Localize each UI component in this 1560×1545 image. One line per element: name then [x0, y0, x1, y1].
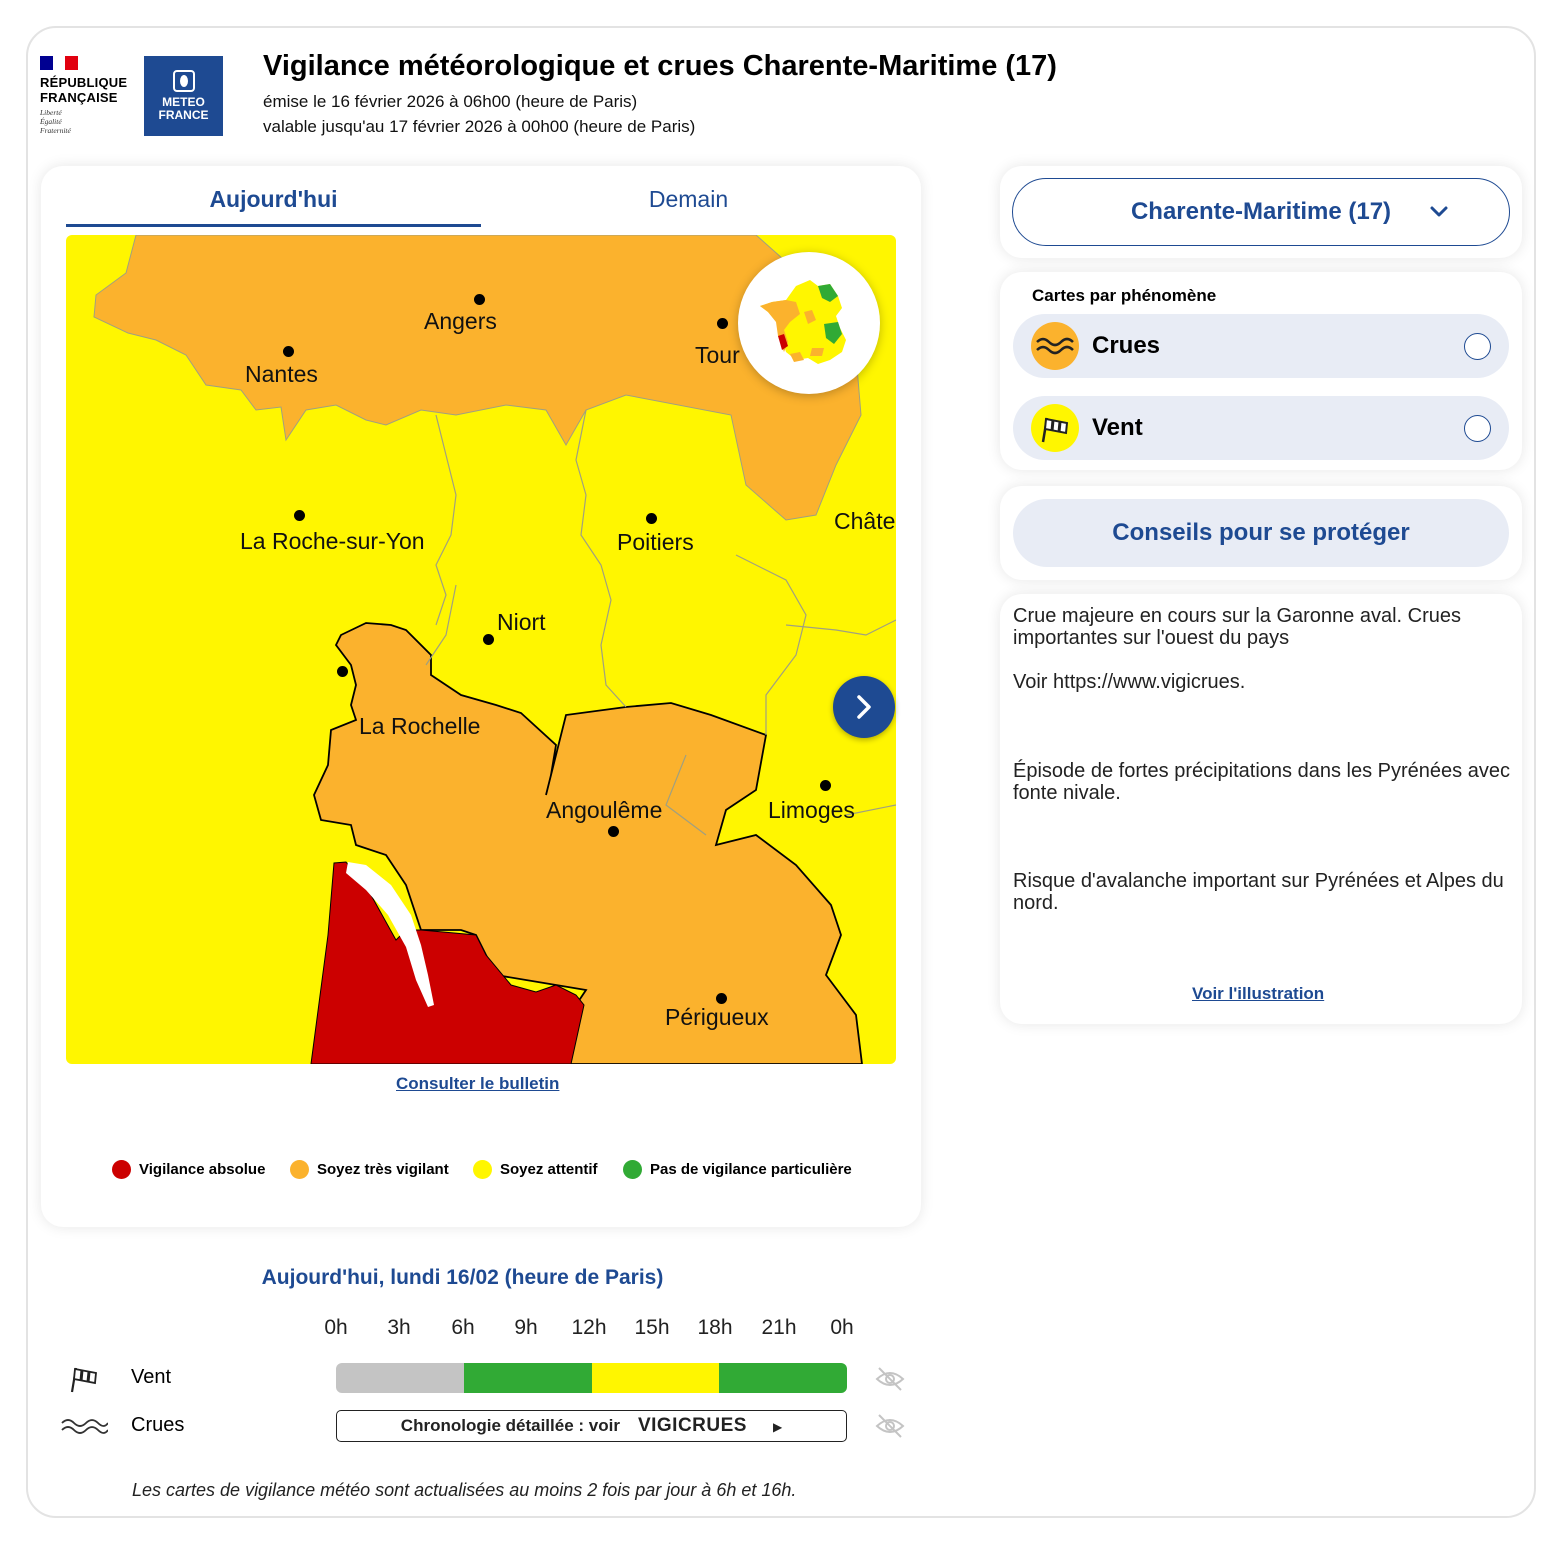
mf-line1: METEO: [162, 95, 205, 109]
update-footnote: Les cartes de vigilance météo sont actua…: [132, 1480, 797, 1500]
legend-dot-yellow: [473, 1160, 492, 1179]
crues-icon: [1031, 322, 1079, 370]
city-label-perigueux: Périgueux: [665, 1004, 769, 1030]
issued-date: émise le 16 février 2026 à 06h00 (heure …: [263, 92, 638, 111]
rf-motto-1: Liberté: [40, 108, 62, 117]
page-title: Vigilance météorologique et crues Charen…: [263, 50, 1057, 82]
description-paragraph-4: Risque d'avalanche important sur Pyrénée…: [1013, 870, 1504, 914]
hour-label: 18h: [697, 1316, 733, 1339]
legend-dot-orange: [290, 1160, 309, 1179]
vigicrues-chronology-link[interactable]: Chronologie détaillée : voir VIGICRUES ▶: [336, 1410, 847, 1442]
legend-item-orange: Soyez très vigilant: [290, 1160, 449, 1179]
city-label-nantes: Nantes: [245, 361, 318, 387]
phenomenon-vent[interactable]: Vent: [1013, 396, 1509, 460]
city-dot-tours: [717, 318, 728, 329]
hour-label: 0h: [324, 1316, 348, 1339]
department-select-value: Charente-Maritime (17): [1130, 198, 1392, 225]
hour-label: 21h: [761, 1316, 797, 1339]
legend-item-red: Vigilance absolue: [112, 1160, 265, 1179]
phenomenon-vent-label: Vent: [1092, 414, 1143, 441]
city-dot-la-rochelle: [337, 666, 348, 677]
phenomenon-vent-radio[interactable]: [1464, 415, 1491, 442]
city-dot-angouleme: [608, 826, 619, 837]
consult-bulletin-link[interactable]: Consulter le bulletin: [396, 1074, 559, 1094]
legend-dot-red: [112, 1160, 131, 1179]
city-label-angouleme: Angoulême: [546, 797, 663, 823]
hour-label: 3h: [387, 1316, 411, 1339]
france-overview-icon: [760, 280, 846, 364]
vent-segment-12h-18h: [592, 1363, 719, 1393]
view-illustration-link[interactable]: Voir l'illustration: [1192, 984, 1324, 1004]
french-flag-icon: [40, 56, 79, 70]
legend-label-red: Vigilance absolue: [139, 1161, 266, 1178]
phenomenon-crues-label: Crues: [1092, 332, 1161, 359]
description-card: [1000, 594, 1522, 1024]
next-map-button[interactable]: [833, 676, 895, 738]
tab-tomorrow[interactable]: Demain: [481, 186, 896, 213]
city-dot-angers: [474, 294, 485, 305]
windsock-icon: [1031, 404, 1079, 452]
meteo-france-icon: [172, 70, 195, 92]
phenomenon-crues[interactable]: Crues: [1013, 314, 1509, 378]
hour-label: 6h: [451, 1316, 475, 1339]
city-label-la-rochelle: La Rochelle: [359, 713, 481, 739]
mf-line2: FRANCE: [158, 108, 209, 122]
chevron-down-icon: [1429, 179, 1449, 272]
legend-label-orange: Soyez très vigilant: [317, 1161, 449, 1178]
rf-name-line2: FRANÇAISE: [40, 90, 118, 105]
eye-slash-icon[interactable]: [874, 1365, 906, 1393]
phenomena-title: Cartes par phénomène: [1032, 286, 1217, 305]
city-label-niort: Niort: [497, 609, 546, 635]
hour-label: 12h: [571, 1316, 607, 1339]
city-dot-limoges: [820, 780, 831, 791]
rf-motto-2: Égalité: [40, 117, 62, 126]
city-dot-nantes: [283, 346, 294, 357]
legend-item-yellow: Soyez attentif: [473, 1160, 598, 1179]
crues-chronology-text: Chronologie détaillée : voir: [400, 1416, 620, 1435]
hour-label: 0h: [830, 1316, 854, 1339]
tab-today[interactable]: Aujourd'hui: [66, 186, 481, 213]
legend-dot-green: [623, 1160, 642, 1179]
valid-until-date: valable jusqu'au 17 février 2026 à 00h00…: [263, 117, 696, 136]
description-paragraph-2: Voir https://www.vigicrues.: [1013, 671, 1246, 693]
city-dot-poitiers: [646, 513, 657, 524]
hour-label: 15h: [634, 1316, 670, 1339]
rf-name-line1: RÉPUBLIQUE: [40, 75, 128, 90]
meteo-france-logo: METEO FRANCE: [144, 56, 223, 136]
city-label-angers: Angers: [424, 308, 497, 334]
city-dot-perigueux: [716, 993, 727, 1004]
protection-advice-button[interactable]: Conseils pour se protéger: [1013, 499, 1509, 567]
eye-slash-icon[interactable]: [874, 1412, 906, 1440]
city-label-tours: Tour: [695, 342, 740, 368]
description-paragraph-1: Crue majeure en cours sur la Garonne ava…: [1013, 605, 1461, 649]
department-select[interactable]: Charente-Maritime (17): [1012, 178, 1510, 246]
vent-segment-0h-6h: [336, 1363, 464, 1393]
rf-motto-3: Fraternité: [40, 126, 71, 135]
city-dot-niort: [483, 634, 494, 645]
vent-segment-6h-12h: [464, 1363, 592, 1393]
windsock-icon: [62, 1362, 102, 1394]
city-label-poitiers: Poitiers: [617, 529, 694, 555]
legend-item-green: Pas de vigilance particulière: [623, 1160, 852, 1179]
timeline-vent-label: Vent: [131, 1366, 172, 1388]
legend-label-green: Pas de vigilance particulière: [650, 1161, 852, 1178]
legend-label-yellow: Soyez attentif: [500, 1161, 598, 1178]
play-triangle-icon: ▶: [772, 1420, 783, 1434]
crues-icon: [60, 1414, 109, 1438]
vigicrues-logo: VIGICRUES: [637, 1415, 747, 1436]
city-dot-la-roche-sur-yon: [294, 510, 305, 521]
phenomenon-crues-radio[interactable]: [1464, 333, 1491, 360]
city-label-la-roche-sur-yon: La Roche-sur-Yon: [240, 528, 425, 554]
timeline-title: Aujourd'hui, lundi 16/02 (heure de Paris…: [261, 1266, 664, 1289]
chevron-right-icon: [857, 695, 871, 719]
description-paragraph-3: Épisode de fortes précipitations dans le…: [1013, 760, 1510, 804]
active-tab-indicator: [66, 224, 481, 227]
city-label-limoges: Limoges: [768, 797, 855, 823]
timeline-crues-label: Crues: [131, 1414, 185, 1436]
vent-segment-18h-0h: [719, 1363, 847, 1393]
republique-francaise-logo: RÉPUBLIQUE FRANÇAISE Liberté Égalité Frater…: [40, 56, 135, 135]
france-overview-map[interactable]: [738, 252, 880, 394]
hour-label: 9h: [514, 1316, 538, 1339]
city-label-chateauroux: Châte: [834, 508, 896, 534]
